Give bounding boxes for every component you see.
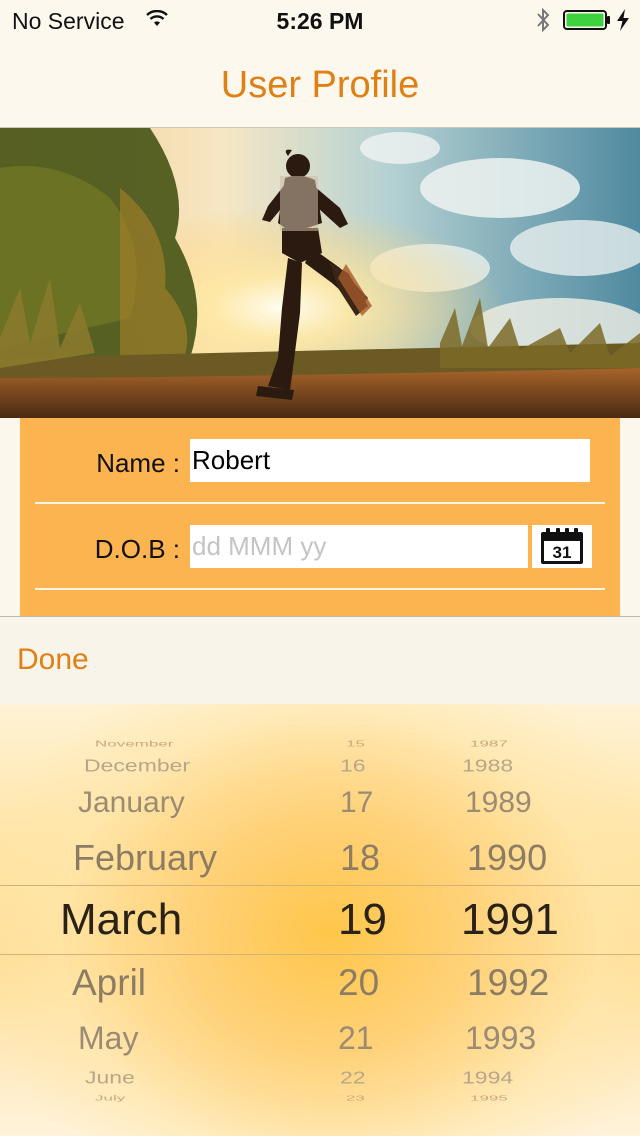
picker-day-item[interactable]: 21 [338,1020,374,1057]
picker-year-item[interactable]: 1995 [470,1094,508,1103]
picker-year-item[interactable]: 1994 [462,1067,513,1088]
dob-label: D.O.B : [94,534,180,564]
picker-year-item[interactable]: 1987 [470,739,508,749]
form-divider [35,588,605,590]
picker-day-item[interactable]: 16 [340,755,366,776]
picker-day-item[interactable]: 20 [338,962,379,1004]
picker-day-item[interactable]: 22 [340,1067,366,1088]
picker-year-item-selected[interactable]: 1991 [461,895,559,945]
picker-selection-bottom [0,954,640,955]
bluetooth-icon [537,7,550,33]
profile-form: Name : D.O.B : 31 [20,418,620,616]
picker-selection-top [0,885,640,886]
picker-year-item[interactable]: 1993 [465,1020,536,1057]
picker-month-item[interactable]: July [95,1094,125,1103]
picker-day-item[interactable]: 17 [340,786,373,820]
picker-year-item[interactable]: 1992 [467,962,549,1004]
picker-month-item[interactable]: January [78,786,185,820]
battery-icon [563,10,610,30]
calendar-icon: 31 [541,528,583,564]
name-label: Name : [96,448,180,478]
charging-bolt-icon [617,9,629,31]
name-input[interactable] [190,439,590,482]
page-title: User Profile [220,64,420,106]
picker-year-item[interactable]: 1988 [462,755,513,776]
done-button[interactable]: Done [17,643,89,677]
form-divider [35,502,605,504]
picker-month-item[interactable]: February [73,837,217,879]
status-bar: No Service 5:26 PM [0,0,640,40]
picker-month-item[interactable]: November [95,739,173,749]
calendar-day-number: 31 [553,543,572,562]
picker-month-item[interactable]: April [72,962,146,1004]
picker-year-item[interactable]: 1989 [465,786,532,820]
date-picker[interactable]: November December January February March… [0,704,640,1136]
picker-day-item-selected[interactable]: 19 [338,895,387,945]
picker-month-item[interactable]: December [84,755,190,776]
navigation-bar: User Profile [0,40,640,128]
calendar-button[interactable]: 31 [532,525,592,568]
hero-image [0,128,640,418]
picker-month-item-selected[interactable]: March [60,895,182,945]
runner-photo-icon [0,128,640,418]
picker-month-item[interactable]: May [78,1020,138,1057]
picker-month-item[interactable]: June [85,1067,135,1088]
picker-year-item[interactable]: 1990 [467,837,547,879]
picker-toolbar: Done [0,616,640,704]
picker-day-item[interactable]: 23 [346,1094,365,1103]
picker-day-item[interactable]: 15 [346,739,365,749]
dob-input[interactable] [190,525,528,568]
picker-day-item[interactable]: 18 [340,837,380,879]
